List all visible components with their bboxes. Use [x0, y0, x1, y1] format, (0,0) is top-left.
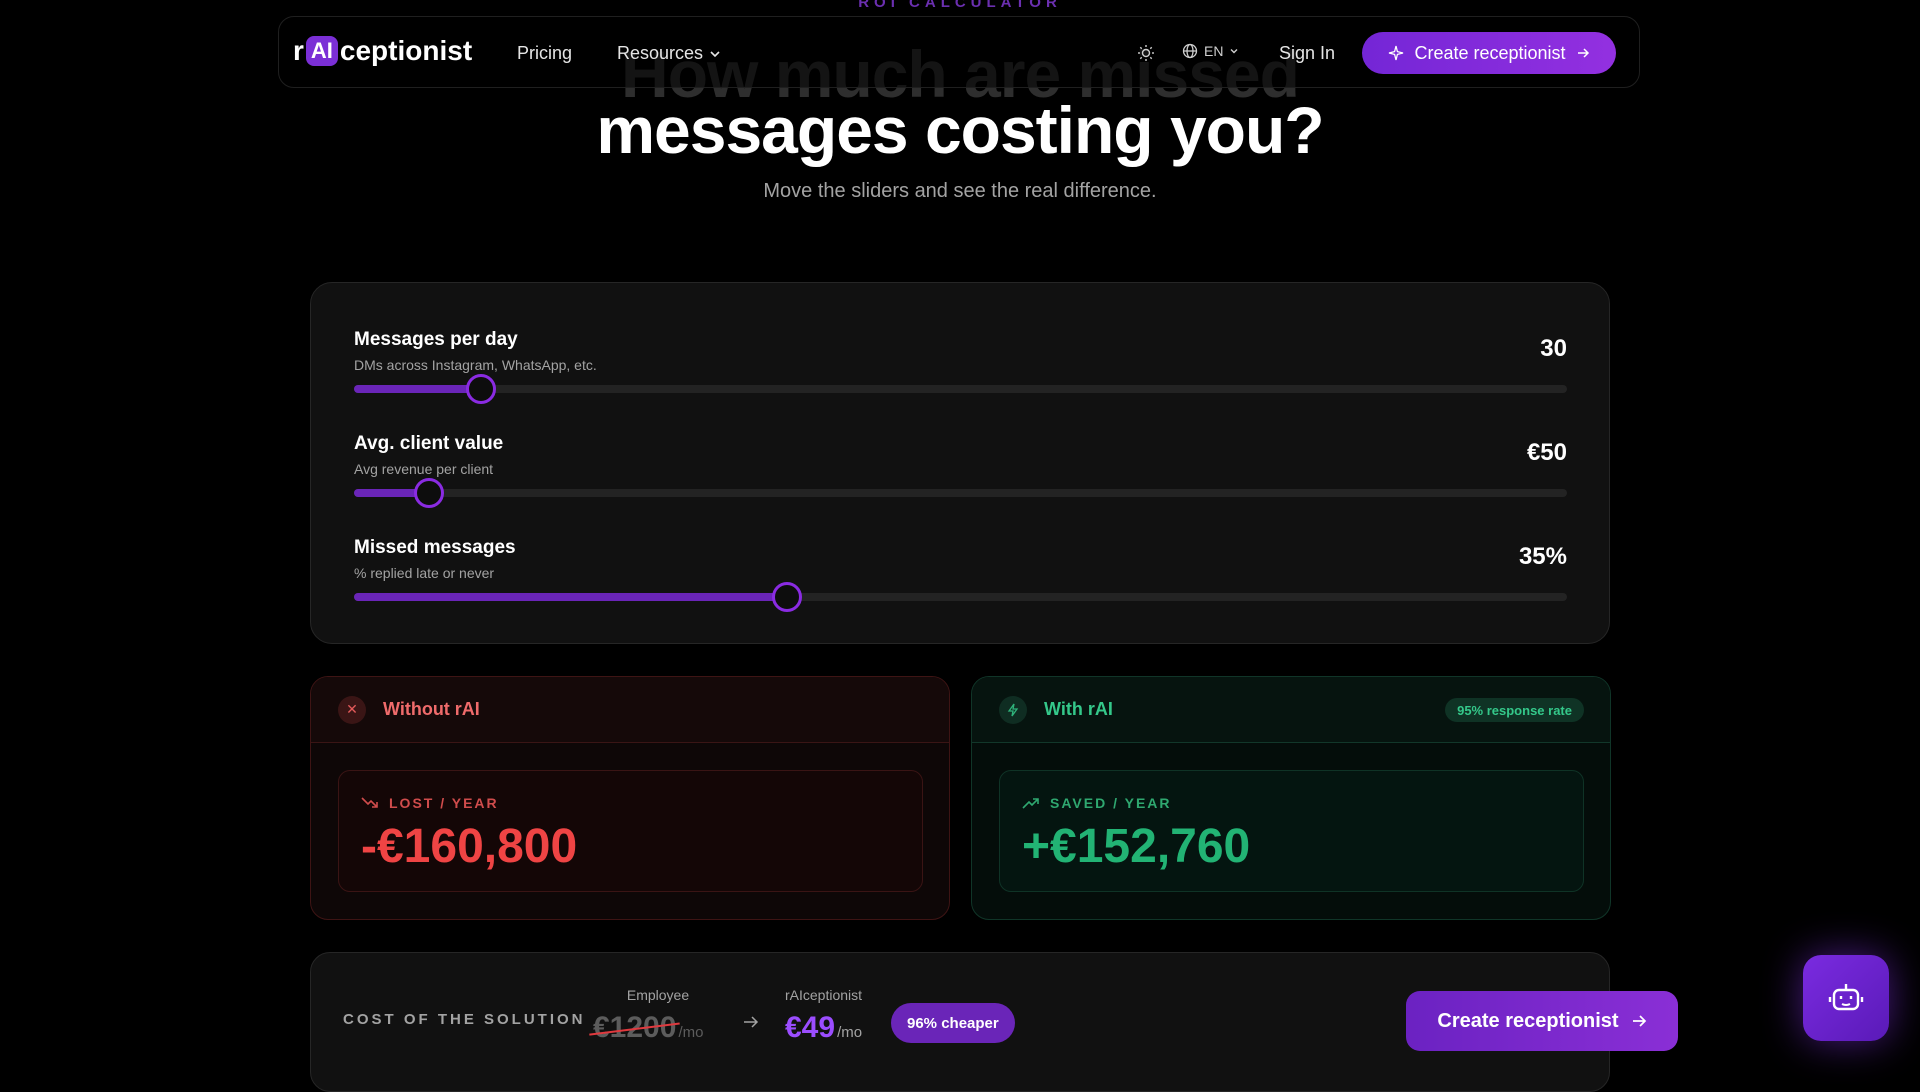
slider-messages-per-day: Messages per day DMs across Instagram, W… — [354, 329, 1567, 419]
slider-hint: Avg revenue per client — [354, 461, 494, 477]
nav-resources-label: Resources — [617, 43, 704, 63]
nav-pricing-link[interactable]: Pricing — [517, 43, 572, 64]
slider-track[interactable] — [354, 374, 1567, 404]
rai-caption: rAIceptionist — [785, 987, 863, 1003]
logo[interactable]: r AI ceptionist — [293, 35, 472, 67]
savings-badge: 96% cheaper — [891, 1003, 1015, 1043]
slider-value: €50 — [1526, 439, 1567, 466]
slider-track[interactable] — [354, 478, 1567, 508]
slider-label: Avg. client value — [354, 433, 504, 454]
cta-label: Create receptionist — [1437, 1009, 1619, 1032]
saved-amount: +€152,760 — [1022, 820, 1251, 873]
arrow-right-icon — [743, 1013, 759, 1034]
saved-per-year-panel: SAVED / YEAR +€152,760 — [999, 770, 1584, 892]
slider-hint: DMs across Instagram, WhatsApp, etc. — [354, 357, 597, 373]
slider-value: 30 — [1540, 335, 1567, 362]
employee-cost: Employee €1200 /mo — [589, 987, 723, 1045]
navbar: r AI ceptionist Pricing Resources EN Sig… — [278, 16, 1640, 88]
logo-prefix: r — [293, 35, 304, 66]
lost-label: LOST / YEAR — [361, 795, 499, 811]
lost-label-text: LOST / YEAR — [389, 795, 499, 811]
slider-thumb[interactable] — [772, 582, 803, 612]
card-title: With rAI — [1044, 699, 1113, 719]
bolt-icon — [999, 695, 1027, 724]
sun-icon — [1138, 45, 1154, 61]
slider-avg-client-value: Avg. client value Avg revenue per client… — [354, 433, 1567, 523]
slider-hint: % replied late or never — [354, 565, 495, 581]
headline: messages costing you? — [596, 93, 1324, 167]
trend-down-icon — [361, 797, 378, 808]
employee-caption: Employee — [626, 987, 690, 1003]
globe-icon — [1182, 43, 1198, 59]
without-rai-card: ✕ Without rAI LOST / YEAR -€160,800 — [310, 676, 950, 920]
saved-label-text: SAVED / YEAR — [1050, 795, 1172, 811]
per-month-label: /mo — [678, 1024, 704, 1041]
cost-label: COST OF THE SOLUTION — [343, 1011, 586, 1028]
slider-value: 35% — [1518, 543, 1567, 570]
trend-up-icon — [1022, 798, 1039, 809]
slider-track[interactable] — [354, 582, 1567, 612]
with-rai-card: With rAI 95% response rate SAVED / YEAR … — [971, 676, 1611, 920]
cost-of-solution-bar: COST OF THE SOLUTION Employee €1200 /mo … — [310, 952, 1678, 1092]
subheadline: Move the sliders and see the real differ… — [763, 180, 1157, 202]
nav-resources-menu[interactable]: Resources — [617, 43, 721, 64]
slider-label: Messages per day — [354, 329, 518, 350]
theme-toggle-button[interactable] — [1134, 41, 1158, 65]
employee-price: €1200 — [589, 1011, 681, 1045]
slider-thumb[interactable] — [414, 478, 445, 508]
create-receptionist-button[interactable]: Create receptionist — [1406, 991, 1678, 1051]
rai-cost: rAIceptionist €49 /mo — [785, 987, 895, 1045]
slider-missed-messages: Missed messages % replied late or never … — [354, 537, 1567, 627]
language-selector[interactable]: EN — [1182, 43, 1239, 59]
language-label: EN — [1204, 43, 1224, 59]
card-header: ✕ Without rAI — [311, 677, 949, 743]
lost-per-year-panel: LOST / YEAR -€160,800 — [338, 770, 923, 892]
chat-assistant-button[interactable] — [1803, 955, 1889, 1041]
card-header: With rAI 95% response rate — [972, 677, 1610, 743]
roi-sliders-card: Messages per day DMs across Instagram, W… — [310, 282, 1610, 644]
nav-cta-label: Create receptionist — [1414, 42, 1566, 63]
slider-fill — [354, 593, 788, 601]
lost-amount: -€160,800 — [361, 820, 578, 873]
chevron-down-icon — [1230, 49, 1238, 54]
logo-ai-mark: AI — [305, 36, 338, 66]
slider-label: Missed messages — [354, 537, 516, 558]
robot-icon — [1828, 984, 1864, 1011]
saved-label: SAVED / YEAR — [1022, 795, 1172, 811]
slider-thumb[interactable] — [466, 374, 497, 404]
arrow-right-icon — [1632, 1015, 1646, 1027]
nav-create-receptionist-button[interactable]: Create receptionist — [1362, 32, 1616, 74]
sparkle-icon — [1389, 45, 1404, 61]
card-title: Without rAI — [383, 699, 480, 719]
arrow-right-icon — [1577, 48, 1589, 58]
logo-suffix: ceptionist — [339, 35, 473, 66]
sign-in-link[interactable]: Sign In — [1279, 43, 1335, 64]
chevron-down-icon — [710, 50, 720, 57]
rai-price: €49 — [785, 1011, 836, 1044]
close-icon: ✕ — [338, 695, 366, 724]
response-rate-badge: 95% response rate — [1445, 698, 1584, 722]
per-month-label: /mo — [837, 1024, 863, 1041]
section-eyebrow: ROI CALCULATOR — [858, 0, 1062, 11]
slider-fill — [354, 385, 482, 393]
